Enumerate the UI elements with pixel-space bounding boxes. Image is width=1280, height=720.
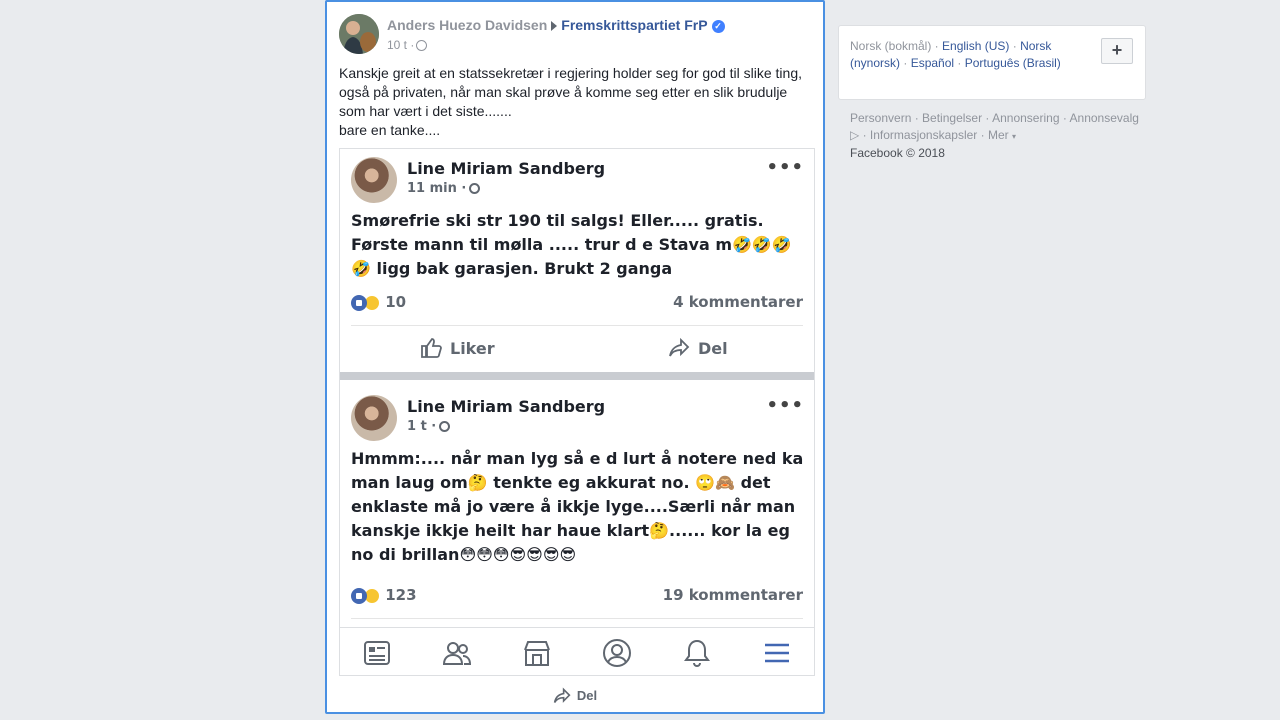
reaction-summary: 10 [351,293,406,311]
post-text-line: Kanskje greit at en statssekretær i regj… [339,65,803,119]
news-feed-icon [364,641,390,665]
arrow-right-icon [551,21,558,32]
share-label: Del [698,338,728,358]
language-selector: Norsk (bokmål) · English (US) · Norsk (n… [838,25,1146,100]
footer-links: Personvern · Betingelser · Annonsering ·… [850,111,1139,160]
reaction-count: 10 [385,293,407,311]
page-name[interactable]: Fremskrittspartiet FrP [561,17,707,33]
like-action: Liker [420,337,495,359]
marketplace-icon [524,641,550,666]
embedded-post: Line Miriam Sandberg 1 t · ••• Hmmm:....… [340,387,814,627]
language-link-english[interactable]: English (US) [942,39,1009,53]
separator [340,372,814,380]
embedded-time: 11 min · [407,181,481,196]
share-label: Del [576,688,598,703]
add-language-button[interactable]: + [1101,38,1133,64]
embedded-time-text: 11 min · [407,181,467,196]
avatar [351,157,397,203]
embedded-body: Hmmm:.... når man lyg så e d lurt å note… [351,449,804,564]
post-card: Anders Huezo Davidsen Fremskrittspartiet … [325,0,825,714]
ad-choices-icon: ▷ [850,128,860,142]
comment-count: 4 kommentarer [673,293,803,311]
share-icon [553,686,571,703]
author-name[interactable]: Anders Huezo Davidsen [387,17,547,33]
embedded-post: Line Miriam Sandberg 11 min · ••• Smøref… [340,149,814,379]
like-reaction-icon [351,294,367,311]
language-link-spanish[interactable]: Español [911,56,954,70]
reaction-count: 123 [385,586,417,604]
more-icon: ••• [766,395,804,416]
caret-down-icon: ▾ [1011,132,1016,141]
link-privacy[interactable]: Personvern [850,111,911,125]
mobile-tab-bar [340,627,814,675]
post-text: Kanskje greit at en statssekretær i regj… [339,64,809,140]
share-icon [669,337,690,357]
post-text-line: bare en tanke.... [339,122,441,138]
globe-icon [439,421,451,432]
more-icon: ••• [766,157,804,178]
like-reaction-icon [351,587,367,604]
shared-screenshot[interactable]: Line Miriam Sandberg 11 min · ••• Smøref… [339,148,815,676]
share-button[interactable]: Del [327,677,823,714]
copyright: Facebook © 2018 [850,146,945,160]
bell-icon [684,639,710,667]
embedded-author: Line Miriam Sandberg [407,159,606,178]
verified-icon: ✓ [711,19,725,33]
thumbs-up-icon [421,338,442,358]
post-meta: 10 t · [387,38,428,52]
link-ad-choices[interactable]: Annonsevalg [1070,111,1139,125]
language-list: Norsk (bokmål) · English (US) · Norsk (n… [850,39,1061,70]
link-advertising[interactable]: Annonsering [992,111,1059,125]
globe-icon [469,183,481,194]
globe-icon [416,40,428,52]
embedded-time: 1 t · [407,419,451,434]
embedded-body: Smørefrie ski str 190 til salgs! Eller..… [351,211,792,278]
language-link-portuguese[interactable]: Português (Brasil) [965,56,1061,70]
reaction-summary: 123 [351,586,417,604]
link-cookies[interactable]: Informasjonskapsler [870,128,977,142]
like-label: Liker [450,338,495,358]
post-time[interactable]: 10 t · [387,38,414,52]
friends-icon [442,642,472,665]
link-terms[interactable]: Betingelser [922,111,982,125]
divider [351,618,803,619]
profile-icon [603,639,631,667]
post-header: Anders Huezo Davidsen Fremskrittspartiet … [387,17,725,33]
share-action: Del [668,337,728,359]
avatar [351,395,397,441]
embedded-author: Line Miriam Sandberg [407,397,606,416]
comment-count: 19 kommentarer [662,586,803,604]
link-more[interactable]: Mer [988,128,1009,142]
divider [351,325,803,326]
author-avatar[interactable] [339,14,379,54]
current-language: Norsk (bokmål) · [850,39,939,53]
embedded-time-text: 1 t · [407,419,437,434]
menu-icon [765,643,789,663]
